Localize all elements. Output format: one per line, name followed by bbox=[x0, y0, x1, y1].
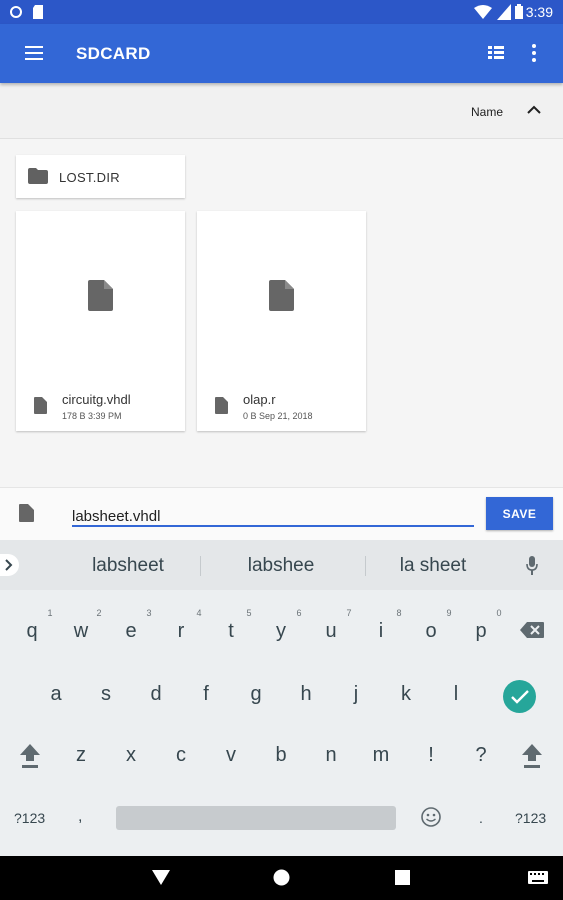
key-hint: 6 bbox=[296, 608, 302, 618]
back-icon[interactable] bbox=[152, 870, 170, 885]
key-a[interactable]: a bbox=[36, 683, 76, 706]
file-icon bbox=[269, 280, 294, 311]
key-i[interactable]: i bbox=[361, 620, 401, 643]
shift-right-icon[interactable] bbox=[521, 743, 543, 769]
more-vert-icon[interactable] bbox=[530, 43, 538, 63]
key-s[interactable]: s bbox=[86, 683, 126, 706]
key-hint: 4 bbox=[196, 608, 202, 618]
key-c[interactable]: c bbox=[161, 744, 201, 767]
key-g[interactable]: g bbox=[236, 683, 276, 706]
suggestion[interactable]: la sheet bbox=[363, 555, 503, 577]
key-j[interactable]: j bbox=[336, 683, 376, 706]
menu-icon[interactable] bbox=[24, 45, 44, 61]
circle-notification-icon bbox=[10, 6, 22, 18]
file-name: circuitg.vhdl bbox=[62, 392, 131, 407]
suggestion[interactable]: labshee bbox=[211, 555, 351, 577]
key-p[interactable]: p bbox=[461, 620, 501, 643]
home-icon[interactable] bbox=[273, 869, 290, 886]
symbols-key[interactable]: ?123 bbox=[14, 810, 45, 826]
checkmark-icon bbox=[511, 690, 529, 704]
key-d[interactable]: d bbox=[136, 683, 176, 706]
key-w[interactable]: w bbox=[61, 620, 101, 643]
file-type-icon bbox=[34, 397, 47, 414]
sort-by-name[interactable]: Name bbox=[471, 105, 503, 119]
status-time: 3:39 bbox=[525, 4, 553, 20]
filename-input[interactable] bbox=[72, 507, 474, 527]
folder-name: LOST.DIR bbox=[59, 170, 120, 185]
chevron-up-icon[interactable] bbox=[527, 105, 541, 115]
file-name: olap.r bbox=[243, 392, 276, 407]
key-r[interactable]: r bbox=[161, 620, 201, 643]
emoji-icon[interactable] bbox=[421, 807, 441, 827]
file-icon bbox=[88, 280, 113, 311]
sd-card-notification-icon bbox=[33, 5, 43, 19]
file-meta: 178 B 3:39 PM bbox=[62, 411, 122, 421]
folder-item[interactable]: LOST.DIR bbox=[16, 155, 185, 198]
key-hint: 8 bbox=[396, 608, 402, 618]
file-type-icon bbox=[215, 397, 228, 414]
folder-icon bbox=[28, 168, 48, 184]
key-y[interactable]: y bbox=[261, 620, 301, 643]
backspace-icon[interactable] bbox=[520, 622, 544, 638]
app-bar: SDCARD bbox=[0, 24, 563, 83]
key-hint: 0 bbox=[496, 608, 502, 618]
suggestion-divider bbox=[200, 556, 201, 576]
wifi-icon bbox=[474, 5, 492, 19]
status-bar: 3:39 bbox=[0, 0, 563, 24]
key-hint: 2 bbox=[96, 608, 102, 618]
symbols-key-right[interactable]: ?123 bbox=[515, 810, 546, 826]
file-item[interactable]: olap.r 0 B Sep 21, 2018 bbox=[197, 211, 366, 431]
key-n[interactable]: n bbox=[311, 744, 351, 767]
signal-icon bbox=[497, 4, 511, 20]
sort-bar: Name bbox=[0, 83, 563, 139]
key-hint: 5 bbox=[246, 608, 252, 618]
navigation-bar bbox=[0, 856, 563, 900]
key-v[interactable]: v bbox=[211, 744, 251, 767]
file-meta: 0 B Sep 21, 2018 bbox=[243, 411, 313, 421]
microphone-icon[interactable] bbox=[526, 556, 538, 575]
key-hint: 3 bbox=[146, 608, 152, 618]
key-q[interactable]: q bbox=[12, 620, 52, 643]
key-b[interactable]: b bbox=[261, 744, 301, 767]
key-hint: 1 bbox=[47, 608, 53, 618]
key-l[interactable]: l bbox=[436, 683, 476, 706]
key-t[interactable]: t bbox=[211, 620, 251, 643]
key-o[interactable]: o bbox=[411, 620, 451, 643]
key-u[interactable]: u bbox=[311, 620, 351, 643]
key-f[interactable]: f bbox=[186, 683, 226, 706]
key-e[interactable]: e bbox=[111, 620, 151, 643]
period-key[interactable]: . bbox=[479, 810, 483, 826]
comma-key[interactable]: , bbox=[78, 808, 82, 826]
shift-left-icon[interactable] bbox=[19, 743, 41, 769]
enter-key[interactable] bbox=[503, 680, 536, 713]
recents-icon[interactable] bbox=[395, 870, 410, 885]
key-x[interactable]: x bbox=[111, 744, 151, 767]
file-item[interactable]: circuitg.vhdl 178 B 3:39 PM bbox=[16, 211, 185, 431]
key-hint: 9 bbox=[446, 608, 452, 618]
keyboard-switch-icon[interactable] bbox=[528, 871, 548, 884]
key-hint: 7 bbox=[346, 608, 352, 618]
battery-icon bbox=[515, 4, 523, 19]
key-z[interactable]: z bbox=[61, 744, 101, 767]
save-button[interactable]: SAVE bbox=[486, 497, 553, 530]
key-![interactable]: ! bbox=[411, 744, 451, 767]
document-icon bbox=[19, 504, 34, 522]
key-h[interactable]: h bbox=[286, 683, 326, 706]
suggestion[interactable]: labsheet bbox=[58, 555, 198, 577]
key-?[interactable]: ? bbox=[461, 744, 501, 767]
list-view-icon[interactable] bbox=[487, 45, 505, 61]
chevron-right-icon bbox=[5, 559, 13, 571]
key-k[interactable]: k bbox=[386, 683, 426, 706]
key-m[interactable]: m bbox=[361, 744, 401, 767]
app-title: SDCARD bbox=[76, 44, 151, 63]
spacebar[interactable] bbox=[116, 806, 396, 830]
